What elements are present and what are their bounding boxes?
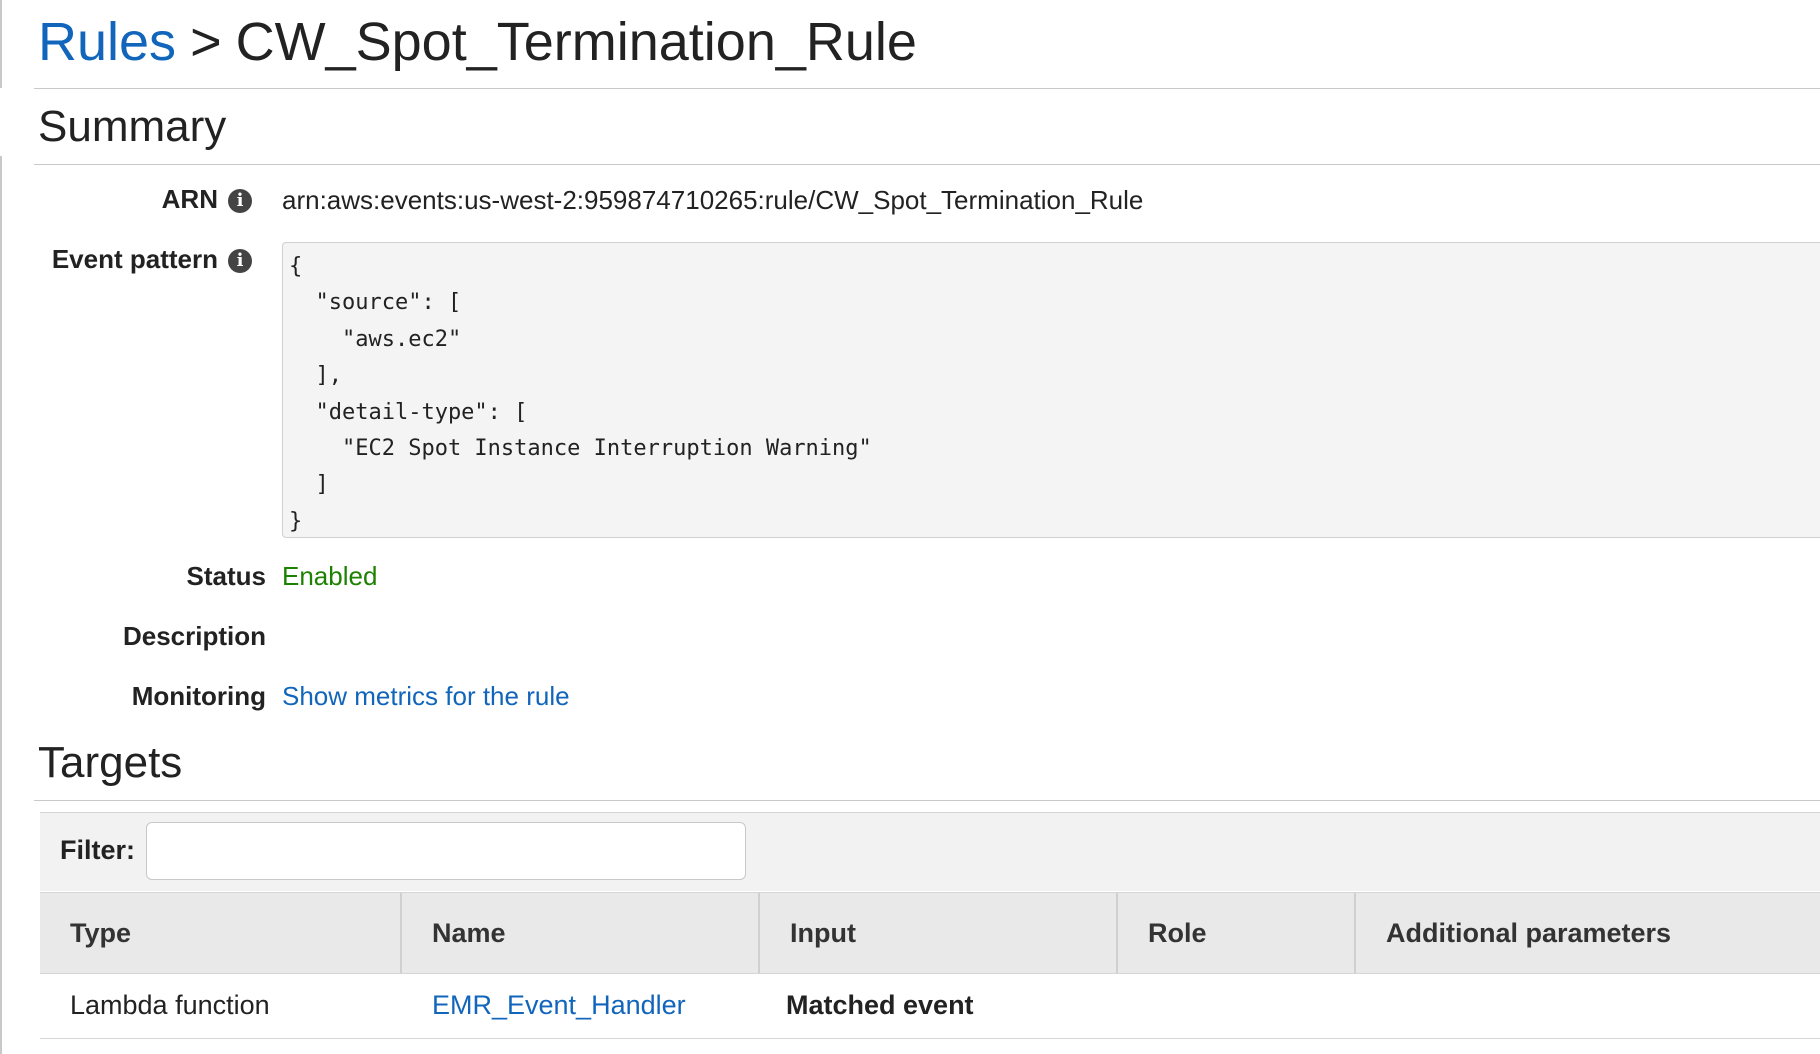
filter-input[interactable] — [146, 822, 746, 880]
code-line: "source": [ — [289, 290, 462, 316]
filter-bar: Filter: — [40, 812, 1820, 891]
info-circle-icon[interactable]: i — [228, 249, 252, 273]
column-header-type[interactable]: Type — [40, 893, 400, 973]
event-pattern-label: Event pattern — [51, 244, 218, 274]
status-value: Enabled — [282, 561, 378, 591]
code-line: "EC2 Spot Instance Interruption Warning" — [289, 436, 872, 462]
page-title: CW_Spot_Termination_Rule — [235, 12, 917, 72]
event-pattern-code: { "source": [ "aws.ec2" ], "detail-type"… — [282, 242, 1820, 538]
divider — [34, 164, 1820, 165]
event-pattern-label-group: Event pattern i — [52, 244, 252, 275]
column-header-role[interactable]: Role — [1118, 893, 1354, 973]
code-line: ] — [289, 472, 329, 498]
cell-type: Lambda function — [70, 990, 270, 1020]
targets-table-header: Type Name Input Role Additional paramete… — [40, 892, 1820, 974]
breadcrumb-separator: > — [190, 12, 222, 72]
breadcrumb-rules-link[interactable]: Rules — [38, 12, 176, 72]
info-circle-icon[interactable]: i — [228, 189, 252, 213]
description-label: Description — [122, 621, 266, 651]
column-header-input[interactable]: Input — [760, 893, 1116, 973]
left-border — [0, 0, 2, 88]
arn-label-group: ARN i — [162, 184, 252, 215]
cell-input: Matched event — [786, 990, 974, 1020]
divider — [34, 88, 1820, 89]
breadcrumb: Rules > CW_Spot_Termination_Rule — [38, 8, 917, 76]
filter-label: Filter: — [60, 835, 136, 865]
code-line: } — [289, 508, 303, 534]
divider — [34, 800, 1820, 801]
code-line: ], — [289, 363, 342, 389]
code-line: "detail-type": [ — [289, 399, 528, 425]
table-row[interactable]: Lambda function EMR_Event_Handler Matche… — [40, 972, 1820, 1039]
left-border — [0, 156, 2, 1054]
monitoring-label: Monitoring — [131, 681, 266, 711]
arn-value: arn:aws:events:us-west-2:959874710265:ru… — [282, 185, 1144, 215]
show-metrics-link[interactable]: Show metrics for the rule — [282, 681, 570, 712]
code-line: "aws.ec2" — [289, 326, 462, 352]
targets-heading: Targets — [38, 738, 183, 787]
arn-label: ARN — [161, 184, 218, 214]
status-label: Status — [186, 561, 266, 591]
code-line: { — [289, 254, 303, 279]
column-header-additional-parameters[interactable]: Additional parameters — [1356, 893, 1776, 973]
column-header-name[interactable]: Name — [402, 893, 758, 973]
summary-heading: Summary — [38, 102, 227, 151]
target-name-link[interactable]: EMR_Event_Handler — [432, 972, 686, 1038]
